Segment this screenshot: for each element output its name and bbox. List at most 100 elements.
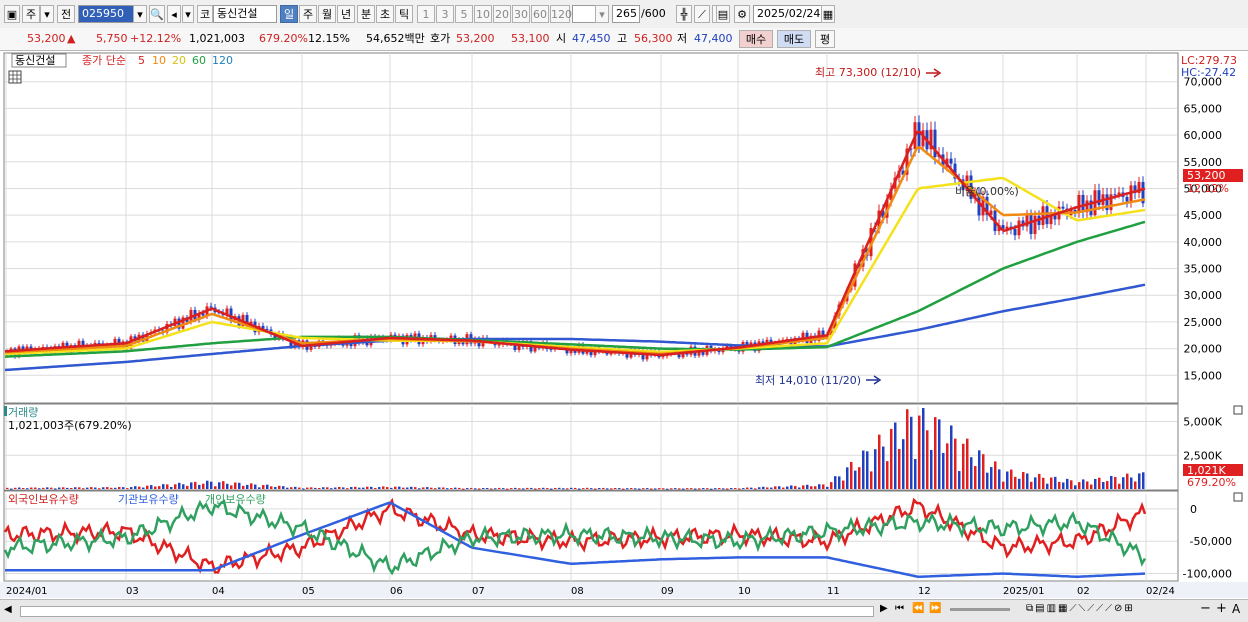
calendar-icon[interactable]: ▦: [821, 5, 835, 23]
forward-icon[interactable]: ⏩: [929, 603, 941, 614]
interval-3[interactable]: 3: [436, 5, 454, 23]
quote-bar: 53,200 ▲ 5,750 +12.12% 1,021,003 679.20%…: [0, 28, 1248, 51]
x-axis-label: 07: [472, 586, 485, 597]
buy-button[interactable]: 매수: [739, 30, 773, 48]
prev-button[interactable]: 전: [57, 5, 75, 23]
volume-bar: [630, 488, 633, 490]
interval-60[interactable]: 60: [531, 5, 549, 23]
volume-bar: [1026, 473, 1029, 489]
zoom-slider[interactable]: [950, 608, 1010, 611]
volume-bar: [682, 488, 685, 490]
zoom-in-icon[interactable]: +: [1216, 601, 1227, 616]
volume-bar: [1142, 472, 1145, 489]
scroll-track[interactable]: [20, 606, 874, 617]
volume-bar: [42, 487, 45, 489]
candle-body: [1013, 228, 1017, 236]
volume-panel-close-icon[interactable]: [1233, 405, 1243, 415]
volume-bar: [578, 488, 581, 490]
volume-bar: [938, 419, 941, 489]
settings-gear-icon[interactable]: ⚙: [734, 5, 750, 23]
save-icon[interactable]: ▤: [716, 5, 730, 23]
holding-panel-close-icon[interactable]: [1233, 492, 1243, 502]
rewind-icon[interactable]: ⏪: [912, 603, 924, 614]
volume-bar: [1066, 478, 1069, 489]
interval-120[interactable]: 120: [550, 5, 572, 23]
period-tick-tab[interactable]: 틱: [395, 5, 413, 23]
sell-button[interactable]: 매도: [777, 30, 811, 48]
volume-bar: [1006, 471, 1009, 489]
candle-body: [229, 308, 233, 321]
rewind-start-icon[interactable]: ⏮: [895, 603, 904, 614]
chart-area[interactable]: 2024/01 03 04 05 06 07 08 09 10 11 12 2025/01 02 02/2…: [0, 51, 1248, 599]
interval-5[interactable]: 5: [455, 5, 473, 23]
interval-1[interactable]: 1: [417, 5, 435, 23]
candle-body: [949, 158, 953, 164]
sound-dropdown-icon[interactable]: ▾: [182, 5, 194, 23]
holding-y-tick: -100,000: [1183, 568, 1232, 581]
volume-bar: [986, 472, 989, 489]
x-axis-label: 02: [1077, 586, 1090, 597]
stock-name-field[interactable]: 동신건설: [213, 5, 277, 23]
volume-bar: [814, 486, 817, 489]
volume-bar: [366, 486, 369, 489]
volume-bar: [102, 487, 105, 489]
data-table-icon[interactable]: [8, 70, 22, 84]
volume-bar: [1138, 473, 1141, 489]
price-y-tick: 40,000: [1184, 236, 1223, 249]
x-axis-label: 02/24: [1146, 586, 1175, 597]
volume-bar: [818, 484, 821, 489]
count-input[interactable]: 265: [612, 5, 640, 23]
zoom-out-icon[interactable]: −: [1200, 601, 1211, 616]
code-dropdown-icon[interactable]: ▾: [133, 5, 147, 23]
volume-bar: [46, 487, 49, 489]
avg-button[interactable]: 평: [815, 30, 835, 48]
volume-bar: [78, 487, 81, 489]
stock-code-input[interactable]: 025950: [78, 5, 134, 23]
interval-20[interactable]: 20: [493, 5, 511, 23]
volume-bar: [142, 487, 145, 489]
sound-icon[interactable]: ◂: [167, 5, 181, 23]
volume-bar: [158, 486, 161, 489]
period-month-tab[interactable]: 월: [318, 5, 336, 23]
volume-bar: [454, 487, 457, 489]
volume-bar: [530, 487, 533, 489]
search-icon[interactable]: 🔍: [149, 5, 165, 23]
period-day-tab[interactable]: 일: [280, 5, 298, 23]
scroll-left-icon[interactable]: ◀: [4, 604, 12, 615]
volume-bar: [322, 487, 325, 489]
volume-bar: [358, 487, 361, 489]
play-icon[interactable]: ▶: [880, 603, 888, 614]
draw-line-icon[interactable]: ⟋: [694, 5, 710, 23]
volume-bar: [510, 488, 513, 490]
volume-bar: [778, 486, 781, 489]
market-select[interactable]: 주: [22, 5, 40, 23]
volume-bar: [662, 488, 665, 490]
hc-label: HC:-27.42: [1181, 66, 1236, 79]
x-axis-label: 2025/01: [1003, 586, 1045, 597]
ask-price: 53,200: [456, 32, 495, 45]
candle-icon[interactable]: ╬: [676, 5, 692, 23]
volume-bar: [130, 487, 133, 489]
period-second-tab[interactable]: 초: [376, 5, 394, 23]
bottom-scrollbar[interactable]: ◀ ▶ ⏮ ⏪ ⏩ ⧉▤▥▦⟋⟍⟋⟋⟋⊘⊞ − + A: [0, 599, 1248, 622]
interval-30[interactable]: 30: [512, 5, 530, 23]
volume-bar: [658, 488, 661, 490]
interval-10[interactable]: 10: [474, 5, 492, 23]
volume-bar: [478, 488, 481, 490]
period-year-tab[interactable]: 년: [337, 5, 355, 23]
volume-bar: [18, 487, 21, 489]
chart-menu-icon[interactable]: ▣: [4, 5, 20, 23]
interval-dropdown-icon[interactable]: ▾: [595, 5, 609, 23]
drawing-tools-icon[interactable]: ⧉▤▥▦⟋⟍⟋⟋⟋⊘⊞: [1026, 603, 1135, 614]
volume-bar: [634, 488, 637, 490]
volume-bar: [1090, 484, 1093, 489]
volume-bar: [858, 467, 861, 489]
date-input[interactable]: 2025/02/24: [753, 5, 823, 23]
custom-interval-input[interactable]: [572, 5, 596, 23]
period-minute-tab[interactable]: 분: [357, 5, 375, 23]
period-week-tab[interactable]: 주: [299, 5, 317, 23]
chevron-down-icon[interactable]: ▾: [40, 5, 54, 23]
volume-bar: [934, 417, 937, 489]
candle-body: [1081, 194, 1085, 213]
font-size-icon[interactable]: A: [1232, 602, 1240, 616]
